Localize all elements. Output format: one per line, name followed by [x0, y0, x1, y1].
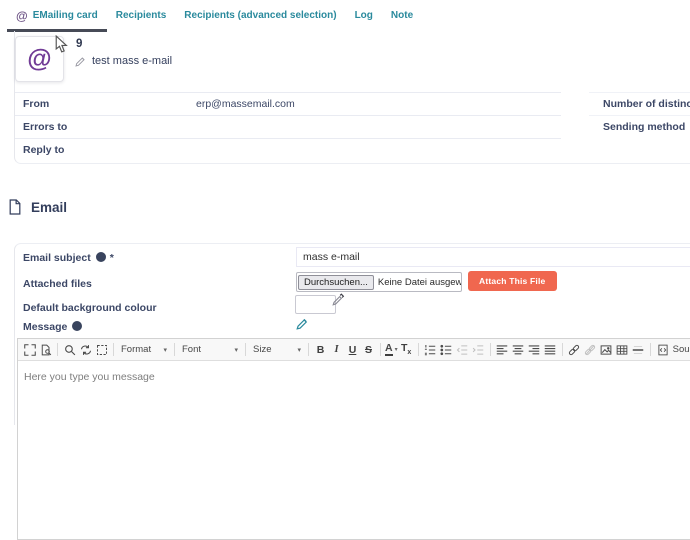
ordered-list-icon[interactable]	[423, 341, 438, 358]
info-icon[interactable]	[96, 252, 106, 262]
row-label: Reply to	[15, 144, 196, 156]
row-label: Number of distinct recipients	[589, 98, 690, 110]
italic-button[interactable]: I	[329, 344, 344, 355]
tab-label: EMailing card	[33, 10, 98, 21]
message-editor-toggle-icon[interactable]	[296, 317, 309, 330]
align-left-icon[interactable]	[495, 341, 510, 358]
message-label: Message	[23, 321, 82, 333]
row-label: Errors to	[15, 121, 196, 133]
emailing-title-line: test mass e-mail	[75, 55, 172, 67]
find-icon[interactable]	[62, 341, 77, 358]
row-label: From	[15, 98, 196, 110]
at-icon: @	[27, 45, 51, 74]
email-section-header: Email	[8, 199, 67, 215]
email-form-card: Email subject* Attached files Durchsuche…	[14, 243, 690, 425]
align-justify-icon[interactable]	[543, 341, 558, 358]
emailing-title: test mass e-mail	[92, 55, 172, 67]
toolbar-separator	[308, 343, 309, 356]
image-icon[interactable]	[599, 341, 614, 358]
editor-text: Here you type you message	[24, 371, 155, 383]
row-label: Sending method	[589, 121, 685, 133]
toolbar-separator	[380, 343, 381, 356]
preview-icon[interactable]	[38, 341, 53, 358]
remove-format-button[interactable]: Tx	[399, 342, 414, 356]
edit-pencil-icon[interactable]	[75, 56, 86, 67]
table-row: From erp@massemail.com	[15, 92, 561, 115]
emailing-photo-box[interactable]: @	[15, 36, 64, 82]
document-icon	[8, 199, 22, 215]
strikethrough-button[interactable]: S	[361, 344, 376, 356]
background-colour-input[interactable]	[295, 295, 336, 314]
emailing-overview-card: @ 9 test mass e-mail From erp@massemail.…	[14, 31, 690, 164]
tab-emailing-card[interactable]: @ EMailing card	[7, 2, 107, 32]
toolbar-separator	[562, 343, 563, 356]
background-colour-label: Default background colour	[23, 302, 157, 314]
section-title: Email	[31, 200, 67, 215]
no-file-selected-text: Keine Datei ausgewählt.	[374, 277, 462, 288]
maximize-icon[interactable]	[22, 341, 37, 358]
tab-recipients[interactable]: Recipients	[107, 2, 176, 29]
toolbar-separator	[490, 343, 491, 356]
table-row: Errors to	[15, 115, 561, 138]
format-dropdown[interactable]: Format	[118, 344, 170, 355]
decrease-indent-icon[interactable]	[455, 341, 470, 358]
editor-content-area[interactable]: Here you type you message	[18, 361, 690, 393]
link-icon[interactable]	[567, 341, 582, 358]
underline-button[interactable]: U	[345, 344, 360, 356]
emailing-ref: 9	[76, 38, 82, 50]
select-all-icon[interactable]	[94, 341, 109, 358]
size-dropdown[interactable]: Size	[250, 344, 304, 355]
toolbar-separator	[418, 343, 419, 356]
tab-log[interactable]: Log	[346, 2, 382, 29]
message-editor: Format Font Size B I U S A	[17, 338, 690, 540]
table-icon[interactable]	[615, 341, 630, 358]
text-color-button[interactable]: A	[385, 343, 398, 356]
tab-note[interactable]: Note	[382, 2, 422, 29]
horizontal-rule-icon[interactable]	[631, 341, 646, 358]
editor-toolbar: Format Font Size B I U S A	[18, 339, 690, 361]
replace-icon[interactable]	[78, 341, 93, 358]
required-marker: *	[110, 252, 114, 264]
tab-bar: @ EMailing card Recipients Recipients (a…	[0, 0, 690, 30]
toolbar-separator	[174, 343, 175, 356]
file-input[interactable]: Durchsuchen... Keine Datei ausgewählt.	[296, 272, 462, 292]
align-center-icon[interactable]	[511, 341, 526, 358]
tab-label: Log	[355, 10, 373, 21]
table-row: Reply to	[15, 138, 561, 161]
subject-label: Email subject*	[23, 252, 114, 264]
unordered-list-icon[interactable]	[439, 341, 454, 358]
table-row: Number of distinct recipients	[589, 92, 690, 115]
overview-right-table: Number of distinct recipients Sending me…	[589, 92, 690, 138]
emailing-object-icon: @	[16, 10, 28, 22]
source-label: Source	[673, 344, 690, 355]
overview-left-table: From erp@massemail.com Errors to Reply t…	[15, 92, 561, 161]
toolbar-separator	[113, 343, 114, 356]
toolbar-separator	[57, 343, 58, 356]
browse-button[interactable]: Durchsuchen...	[298, 275, 374, 290]
font-dropdown[interactable]: Font	[179, 344, 241, 355]
tab-label: Recipients	[116, 10, 167, 21]
source-button[interactable]: Source	[655, 344, 690, 356]
align-right-icon[interactable]	[527, 341, 542, 358]
increase-indent-icon[interactable]	[471, 341, 486, 358]
tab-recipients-advanced[interactable]: Recipients (advanced selection)	[175, 2, 345, 29]
email-subject-input[interactable]	[296, 247, 690, 267]
unlink-icon[interactable]	[583, 341, 598, 358]
tab-label: Recipients (advanced selection)	[184, 10, 336, 21]
row-value: erp@massemail.com	[196, 98, 295, 110]
attach-this-file-button[interactable]: Attach This File	[468, 271, 557, 291]
toolbar-separator	[650, 343, 651, 356]
colour-picker-icon[interactable]	[332, 293, 345, 306]
tab-label: Note	[391, 10, 413, 21]
bold-button[interactable]: B	[313, 344, 328, 356]
info-icon[interactable]	[72, 321, 82, 331]
attached-files-label: Attached files	[23, 278, 92, 290]
toolbar-separator	[245, 343, 246, 356]
emailing-card-page: @ EMailing card Recipients Recipients (a…	[0, 0, 690, 424]
table-row: Sending method	[589, 115, 690, 138]
